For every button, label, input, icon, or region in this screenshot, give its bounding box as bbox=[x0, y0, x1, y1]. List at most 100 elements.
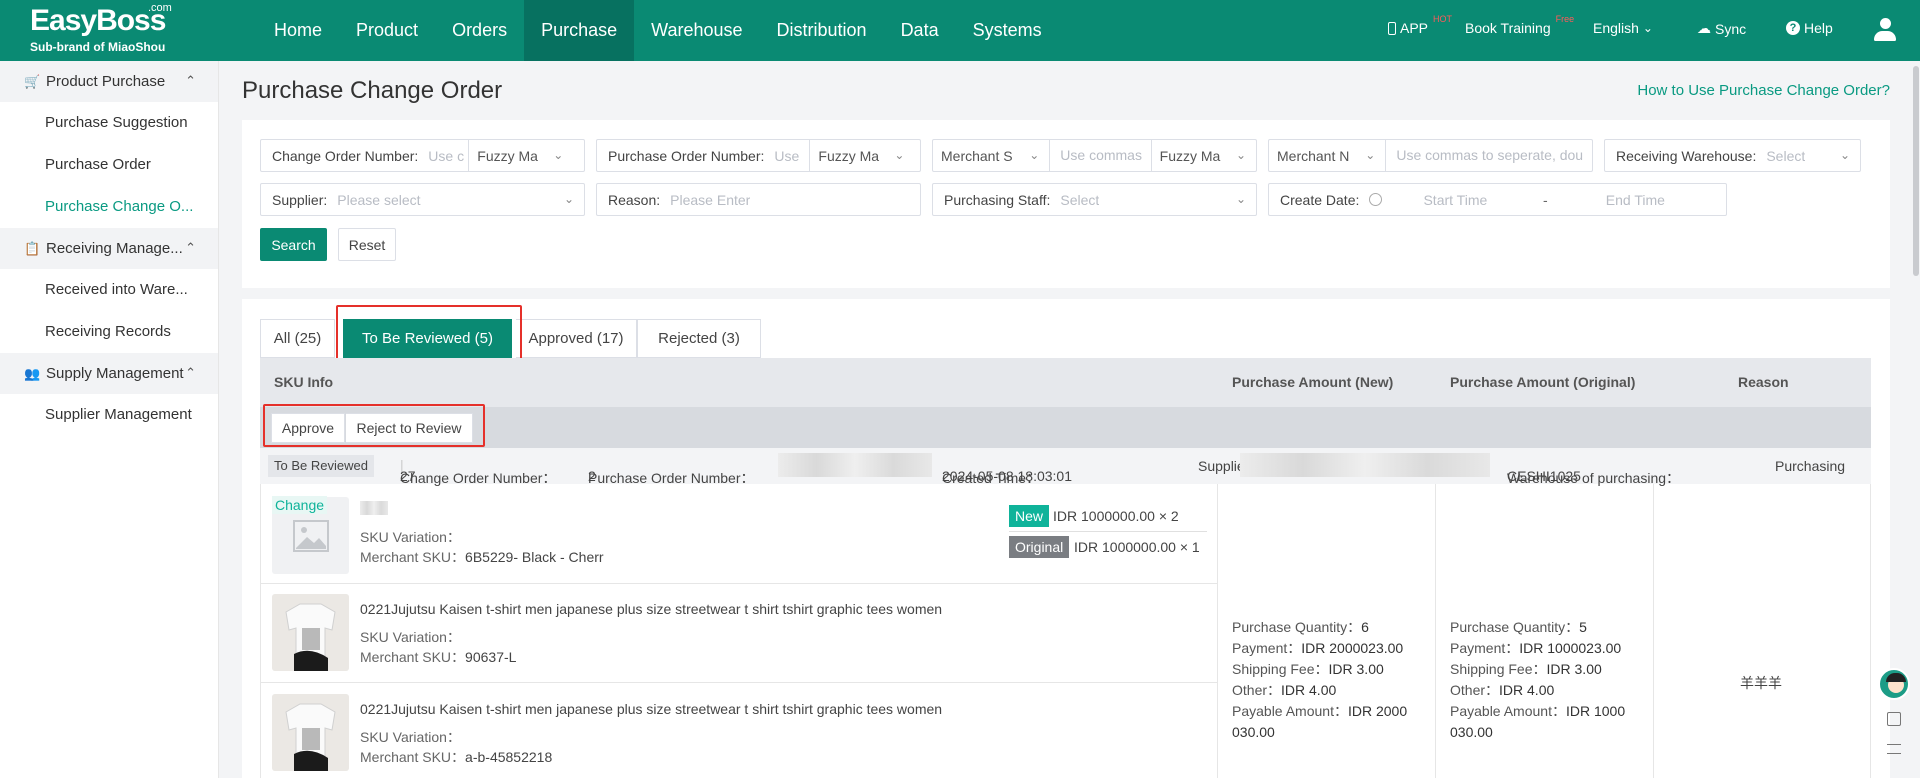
match-mode-select[interactable]: Fuzzy Ma ⌄ bbox=[1150, 140, 1256, 171]
clock-icon bbox=[1369, 193, 1383, 206]
created-time-value: 2024-05-08 18:03:01 bbox=[942, 468, 1072, 484]
sku-variation-label: SKU Variation： bbox=[360, 529, 461, 545]
merchant-sku-field-select[interactable]: Merchant S ⌄ bbox=[933, 140, 1049, 171]
user-avatar-icon[interactable] bbox=[1874, 18, 1896, 42]
purchasing-staff-filter[interactable]: Purchasing Staff: Select ⌄ bbox=[932, 183, 1257, 216]
merchant-name-field-select[interactable]: Merchant N ⌄ bbox=[1269, 140, 1385, 171]
change-order-number-input[interactable]: Use c bbox=[418, 148, 468, 164]
match-mode-select[interactable]: Fuzzy Ma ⌄ bbox=[468, 140, 573, 171]
supplier-select[interactable]: Please select bbox=[327, 192, 420, 208]
supplier-label: Supplie bbox=[1198, 458, 1245, 474]
payable-value-cont: 030.00 bbox=[1232, 724, 1275, 740]
sidebar-group-supply-management[interactable]: 👥 Supply Management ⌃ bbox=[0, 353, 218, 394]
merchant-sku-input[interactable]: Use commas bbox=[1049, 140, 1150, 171]
sidebar-group-product-purchase[interactable]: 🛒 Product Purchase ⌃ bbox=[0, 61, 218, 102]
help-link[interactable]: How to Use Purchase Change Order? bbox=[1637, 82, 1890, 99]
training-label: Book Training bbox=[1465, 20, 1551, 36]
merchant-sku-label: Merchant SKU： bbox=[360, 549, 466, 565]
training-free-badge: Free bbox=[1555, 14, 1575, 24]
users-icon: 👥 bbox=[24, 365, 41, 381]
field-label: Change Order Number: bbox=[272, 147, 419, 164]
purchase-order-number-input[interactable]: Use bbox=[764, 148, 809, 164]
support-avatar-icon[interactable] bbox=[1878, 668, 1910, 700]
row-divider bbox=[260, 583, 1217, 584]
help-label: Help bbox=[1804, 20, 1833, 36]
sidebar-group-label: Supply Management bbox=[46, 365, 184, 382]
language-select[interactable]: English ⌄ bbox=[1593, 20, 1653, 36]
product-title[interactable]: 0221Jujutsu Kaisen t-shirt men japanese … bbox=[360, 701, 942, 717]
nav-systems[interactable]: Systems bbox=[956, 0, 1059, 61]
reason-input[interactable]: Please Enter bbox=[660, 192, 750, 208]
tab-all[interactable]: All (25) bbox=[260, 319, 335, 358]
payable-label: Payable Amount： bbox=[1450, 703, 1566, 719]
image-icon bbox=[292, 519, 329, 552]
sidebar-item-purchase-suggestion[interactable]: Purchase Suggestion bbox=[0, 102, 205, 144]
tshirt-image bbox=[272, 594, 349, 671]
sidebar-item-purchase-change-order[interactable]: Purchase Change O... bbox=[0, 186, 205, 228]
column-purchase-amount-original: Purchase Amount (Original) bbox=[1450, 374, 1636, 390]
column-divider bbox=[1435, 484, 1436, 778]
book-training-link[interactable]: Book Training Free bbox=[1465, 14, 1574, 36]
sync-label: Sync bbox=[1715, 20, 1747, 37]
redacted-purchase-order-number bbox=[778, 453, 932, 477]
chevron-down-icon: ⌄ bbox=[1365, 148, 1376, 162]
payable-value: IDR 2000 bbox=[1347, 703, 1408, 719]
tab-rejected[interactable]: Rejected (3) bbox=[637, 319, 761, 358]
sidebar-item-purchase-order[interactable]: Purchase Order bbox=[0, 144, 205, 186]
sidebar-item-supplier-management[interactable]: Supplier Management bbox=[0, 394, 205, 436]
supplier-filter[interactable]: Supplier: Please select ⌄ bbox=[260, 183, 585, 216]
new-badge: New bbox=[1009, 505, 1050, 527]
question-icon: ? bbox=[1786, 21, 1800, 35]
merchant-sku: Merchant SKU：a-b-45852218 bbox=[360, 747, 552, 767]
nav-purchase[interactable]: Purchase bbox=[524, 0, 635, 61]
purchase-amount-original: Purchase Quantity：5 Payment：IDR 1000023.… bbox=[1450, 617, 1640, 743]
search-button[interactable]: Search bbox=[260, 228, 327, 261]
nav-warehouse[interactable]: Warehouse bbox=[634, 0, 759, 61]
merchant-name-input[interactable]: Use commas to seperate, dou bbox=[1385, 140, 1592, 171]
purchase-amount-new: Purchase Quantity：6 Payment：IDR 2000023.… bbox=[1232, 617, 1422, 743]
floating-toolbar bbox=[1878, 668, 1912, 754]
sync-button[interactable]: ☁ Sync bbox=[1697, 20, 1746, 37]
sidebar-group-receiving-management[interactable]: 📋 Receiving Manage... ⌃ bbox=[0, 228, 218, 269]
chevron-down-icon: ⌄ bbox=[1642, 21, 1653, 35]
field-label: Reason: bbox=[608, 191, 661, 208]
brand-logo[interactable]: EasyBoss .com Sub-brand of MiaoShou bbox=[30, 2, 190, 54]
tab-approved[interactable]: Approved (17) bbox=[516, 319, 637, 358]
receiving-warehouse-select[interactable]: Select bbox=[1756, 148, 1805, 164]
product-title[interactable]: 0221Jujutsu Kaisen t-shirt men japanese … bbox=[360, 601, 942, 617]
shipping-value: IDR 3.00 bbox=[1328, 661, 1384, 677]
nav-distribution[interactable]: Distribution bbox=[760, 0, 884, 61]
brand-com: .com bbox=[148, 2, 172, 14]
reset-button[interactable]: Reset bbox=[338, 228, 396, 261]
other-label: Other： bbox=[1450, 682, 1500, 698]
nav-home[interactable]: Home bbox=[257, 0, 339, 61]
nav-data[interactable]: Data bbox=[884, 0, 956, 61]
end-time-input[interactable]: End Time bbox=[1570, 192, 1690, 208]
purchasing-staff-select[interactable]: Select bbox=[1050, 192, 1099, 208]
tshirt-image bbox=[272, 694, 349, 771]
match-mode-select[interactable]: Fuzzy Ma ⌄ bbox=[809, 140, 914, 171]
notes-icon[interactable] bbox=[1887, 744, 1901, 754]
save-icon[interactable] bbox=[1887, 712, 1901, 726]
shipping-label: Shipping Fee： bbox=[1232, 661, 1329, 677]
app-link[interactable]: APP HOT bbox=[1388, 14, 1452, 36]
cart-icon: 🛒 bbox=[24, 73, 41, 89]
nav-orders[interactable]: Orders bbox=[435, 0, 524, 61]
field-label: Receiving Warehouse: bbox=[1616, 147, 1757, 164]
help-button[interactable]: ? Help bbox=[1786, 20, 1833, 36]
receiving-warehouse-filter[interactable]: Receiving Warehouse: Select ⌄ bbox=[1604, 139, 1861, 172]
scrollbar-thumb[interactable] bbox=[1913, 66, 1919, 276]
row-divider bbox=[260, 682, 1217, 683]
bulk-action-bar bbox=[260, 407, 1871, 448]
merchant-sku-label: Merchant SKU： bbox=[360, 749, 466, 765]
start-time-input[interactable]: Start Time bbox=[1390, 192, 1510, 208]
product-image bbox=[272, 694, 349, 771]
sidebar-item-receiving-records[interactable]: Receiving Records bbox=[0, 311, 205, 353]
match-mode-value: Fuzzy Ma bbox=[1159, 147, 1221, 164]
nav-product[interactable]: Product bbox=[339, 0, 435, 61]
other-value: IDR 4.00 bbox=[1281, 682, 1337, 698]
sidebar: 🛒 Product Purchase ⌃ Purchase Suggestion… bbox=[0, 61, 219, 778]
purchasing-staff-label: Purchasing bbox=[1775, 458, 1846, 474]
sidebar-item-received-into-warehouse[interactable]: Received into Ware... bbox=[0, 269, 205, 311]
column-reason: Reason bbox=[1738, 374, 1789, 390]
